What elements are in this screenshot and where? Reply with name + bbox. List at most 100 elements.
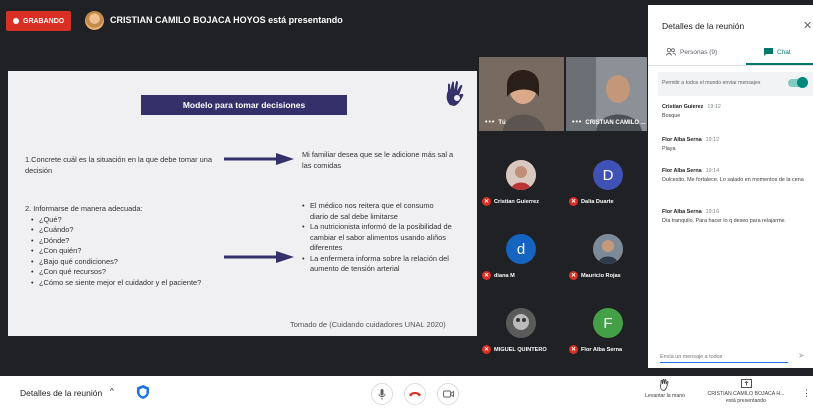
self-video-tile[interactable]: ••• Tú [479,57,564,131]
present-screen-icon [740,379,752,388]
self-video-label: ••• Tú [485,119,506,126]
participant-name-row: ✕ diana M [482,271,515,280]
record-dot-icon [13,18,19,24]
participant-avatar: d [506,234,536,264]
meeting-details-panel: Detalles de la reunión ✕ Personas (9) Ch… [648,5,813,368]
self-name: Tú [498,119,506,126]
message-sender: Flor Alba Serna [662,168,702,174]
participant-name: Flor Alba Serna [581,346,623,353]
more-options-icon[interactable]: ••• [572,119,582,126]
camera-button[interactable] [437,383,459,405]
people-icon [666,48,676,56]
chat-message: Flor Alba Serna 19:12 Playa [662,136,810,153]
tab-chat-label: Chat [777,48,791,56]
participant-tile[interactable]: F ✕ Flor Alba Serna [566,296,650,366]
message-text: Dulcesito. Me fortalece. Lo salado en mo… [662,176,804,183]
slide-answer-2: El médico nos reitera que el consumo dia… [302,201,452,275]
arrow-icon [224,153,294,165]
chat-input[interactable] [660,351,788,363]
participant-name: MIGUEL QUINTERO [494,346,547,353]
presenter-text: CRISTIAN CAMILO BOJACA HOYOS está presen… [110,15,343,25]
slide-answer-item: La enfermera informa sobre la relación d… [302,254,452,275]
presenter-name: CRISTIAN CAMILO ... [585,119,646,126]
slide-step-2-heading: 2. Informarse de manera adecuada: [25,204,143,213]
message-time: 19:16 [705,209,720,215]
divider [648,65,813,66]
participant-tile[interactable]: d ✕ diana M [479,222,563,292]
panel-title: Detalles de la reunión [662,21,745,31]
mic-off-icon: ✕ [569,197,578,206]
participant-name: Dalia Duarte [581,198,614,205]
message-time: 19:12 [707,104,721,110]
slide-question: ¿Cómo se siente mejor el cuidador y el p… [31,278,225,289]
more-options-icon[interactable]: ⋮ [802,388,811,399]
chat-permission-toggle[interactable] [788,77,808,88]
tab-people[interactable]: Personas (9) [666,48,717,56]
participant-photo [593,234,623,264]
slide-title: Modelo para tomar decisiones [141,95,347,115]
mic-off-icon: ✕ [482,345,491,354]
bottom-toolbar: Detalles de la reunión ^ Levantar la man… [0,376,813,409]
message-time: 19:12 [705,137,720,143]
participant-name: diana M [494,272,515,279]
slide-answer-item: El médico nos reitera que el consumo dia… [302,201,452,222]
presentation-slide: Modelo para tomar decisiones 1.Concrete … [8,71,477,336]
shield-icon[interactable] [137,385,149,399]
camera-icon [442,390,454,398]
hand-logo-icon [446,81,464,106]
chat-permission-label: Permitir a todos el mundo enviar mensaje… [662,80,761,86]
presenting-name: CRISTIAN CAMILO BOJACA H... [707,391,785,397]
more-options-icon[interactable]: ••• [485,119,495,126]
message-time: 19:14 [705,168,720,174]
participant-photo [506,160,536,190]
participant-name-row: ✕ Mauricio Rojas [569,271,621,280]
mic-off-icon: ✕ [569,271,578,280]
microphone-button[interactable] [371,383,393,405]
mic-off-icon: ✕ [482,197,491,206]
participant-name: Mauricio Rojas [581,272,621,279]
close-icon[interactable]: ✕ [803,19,812,32]
slide-question: ¿Dónde? [31,236,225,247]
tab-chat[interactable]: Chat [764,48,791,56]
participant-name-row: ✕ MIGUEL QUINTERO [482,345,547,354]
slide-question: ¿Con quién? [31,246,225,257]
message-sender: Flor Alba Serna [662,137,702,143]
slide-question: ¿Cuándo? [31,225,225,236]
leave-call-button[interactable] [404,383,426,405]
presenter-video-label: ••• CRISTIAN CAMILO ... [572,119,646,126]
chat-message: Cristian Guierez 19:12 Bosque [662,103,810,120]
participant-name: Cristian Guierrez [494,198,540,205]
hang-up-icon [409,392,421,397]
send-icon[interactable]: ➤ [798,351,805,360]
presenter-video-tile[interactable]: ••• CRISTIAN CAMILO ... [566,57,647,131]
participant-avatar: F [593,308,623,338]
participant-tile[interactable]: ✕ Cristian Guierrez [479,148,563,218]
chat-permission-row: Permitir a todos el mundo enviar mensaje… [658,72,813,96]
arrow-icon [224,251,294,263]
participant-tile[interactable]: ✕ MIGUEL QUINTERO [479,296,563,366]
participant-avatar [593,234,623,264]
presenting-button[interactable]: CRISTIAN CAMILO BOJACA H... está present… [700,379,792,404]
message-sender: Cristian Guierez [662,104,704,110]
recording-label: GRABANDO [23,17,65,25]
slide-question: ¿Qué? [31,215,225,226]
message-sender: Flor Alba Serna [662,209,702,215]
participant-name-row: ✕ Dalia Duarte [569,197,614,206]
slide-step-2: 2. Informarse de manera adecuada: ¿Qué? … [25,204,225,288]
participant-avatar: D [593,160,623,190]
chat-message: Flor Alba Serna 19:16 Día tranquilo. Para… [662,208,810,225]
tab-people-label: Personas (9) [680,48,718,56]
participant-name-row: ✕ Flor Alba Serna [569,345,622,354]
presenter-avatar [85,11,104,30]
hand-icon [660,379,669,391]
chevron-up-icon[interactable]: ^ [110,387,114,396]
chat-icon [764,48,773,56]
meeting-details-button[interactable]: Detalles de la reunión [20,388,102,398]
participant-photo [506,308,536,338]
participant-tile[interactable]: D ✕ Dalia Duarte [566,148,650,218]
participant-tile[interactable]: ✕ Mauricio Rojas [566,222,650,292]
slide-answer-1: Mi familiar desea que se le adicione más… [302,150,454,170]
slide-question: ¿Bajo qué condiciones? [31,257,225,268]
raise-hand-button[interactable]: Levantar la mano [640,379,690,399]
slide-question: ¿Con qué recursos? [31,267,225,278]
